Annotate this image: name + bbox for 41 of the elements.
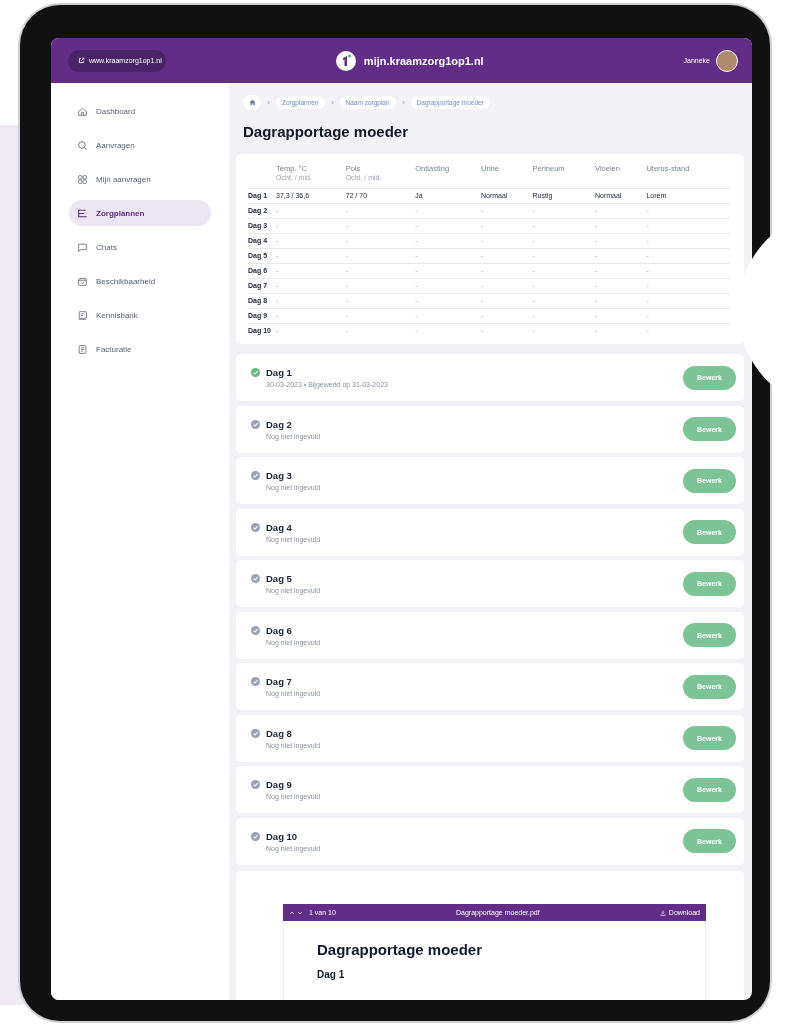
book-icon: [77, 309, 88, 321]
sidebar-item[interactable]: Kennisbank: [69, 302, 211, 328]
chevron-right-icon: [329, 100, 335, 105]
day-title: Dag 3: [266, 470, 292, 481]
day-title: Dag 8: [266, 727, 292, 739]
document-title: Dagrapportage moeder: [317, 941, 483, 958]
logo-icon: [335, 50, 356, 71]
day-title: Dag 5: [266, 573, 292, 584]
sidebar-item[interactable]: Aanvragen: [69, 132, 211, 158]
day-title: Dag 4: [266, 521, 292, 533]
download-icon: [659, 909, 666, 916]
home-icon: [77, 105, 88, 117]
chevron-right-icon: [400, 100, 406, 105]
document-icon: [77, 343, 88, 355]
sidebar-item[interactable]: Zorgplannen: [69, 200, 211, 226]
avatar[interactable]: [716, 49, 738, 72]
section-title: Dag 1: [317, 969, 345, 980]
sidebar-item[interactable]: Chats: [69, 234, 211, 260]
list-icon: [77, 207, 88, 219]
sidebar-item[interactable]: Beschikbaarheid: [69, 268, 211, 294]
chevron-down-icon: [297, 909, 303, 916]
day-title: Dag 2: [266, 418, 292, 430]
site-title: mijn.kraamzorg1op1.nl: [363, 54, 484, 67]
home-icon: [248, 99, 256, 106]
grid-icon: [77, 173, 88, 185]
home-breadcrumb[interactable]: [243, 95, 261, 110]
calendar-icon: [77, 275, 88, 287]
day-title: Dag 6: [266, 624, 292, 636]
search-icon: [77, 139, 88, 151]
sidebar-item[interactable]: Mijn aanvragen: [69, 166, 211, 192]
chat-icon: [77, 241, 88, 253]
day-title: Dag 1: [266, 367, 292, 378]
sidebar-item[interactable]: Dashboard: [69, 98, 211, 124]
day-title: Dag 9: [266, 779, 292, 790]
external-link-icon: [78, 57, 85, 64]
page-title: Dagrapportage moeder: [243, 122, 410, 140]
chevron-right-icon: [266, 100, 271, 105]
day-title: Dag 7: [266, 676, 292, 687]
chevron-up-icon: [289, 909, 295, 916]
day-title: Dag 10: [266, 830, 298, 842]
sidebar-item[interactable]: Facturatie: [69, 336, 211, 362]
